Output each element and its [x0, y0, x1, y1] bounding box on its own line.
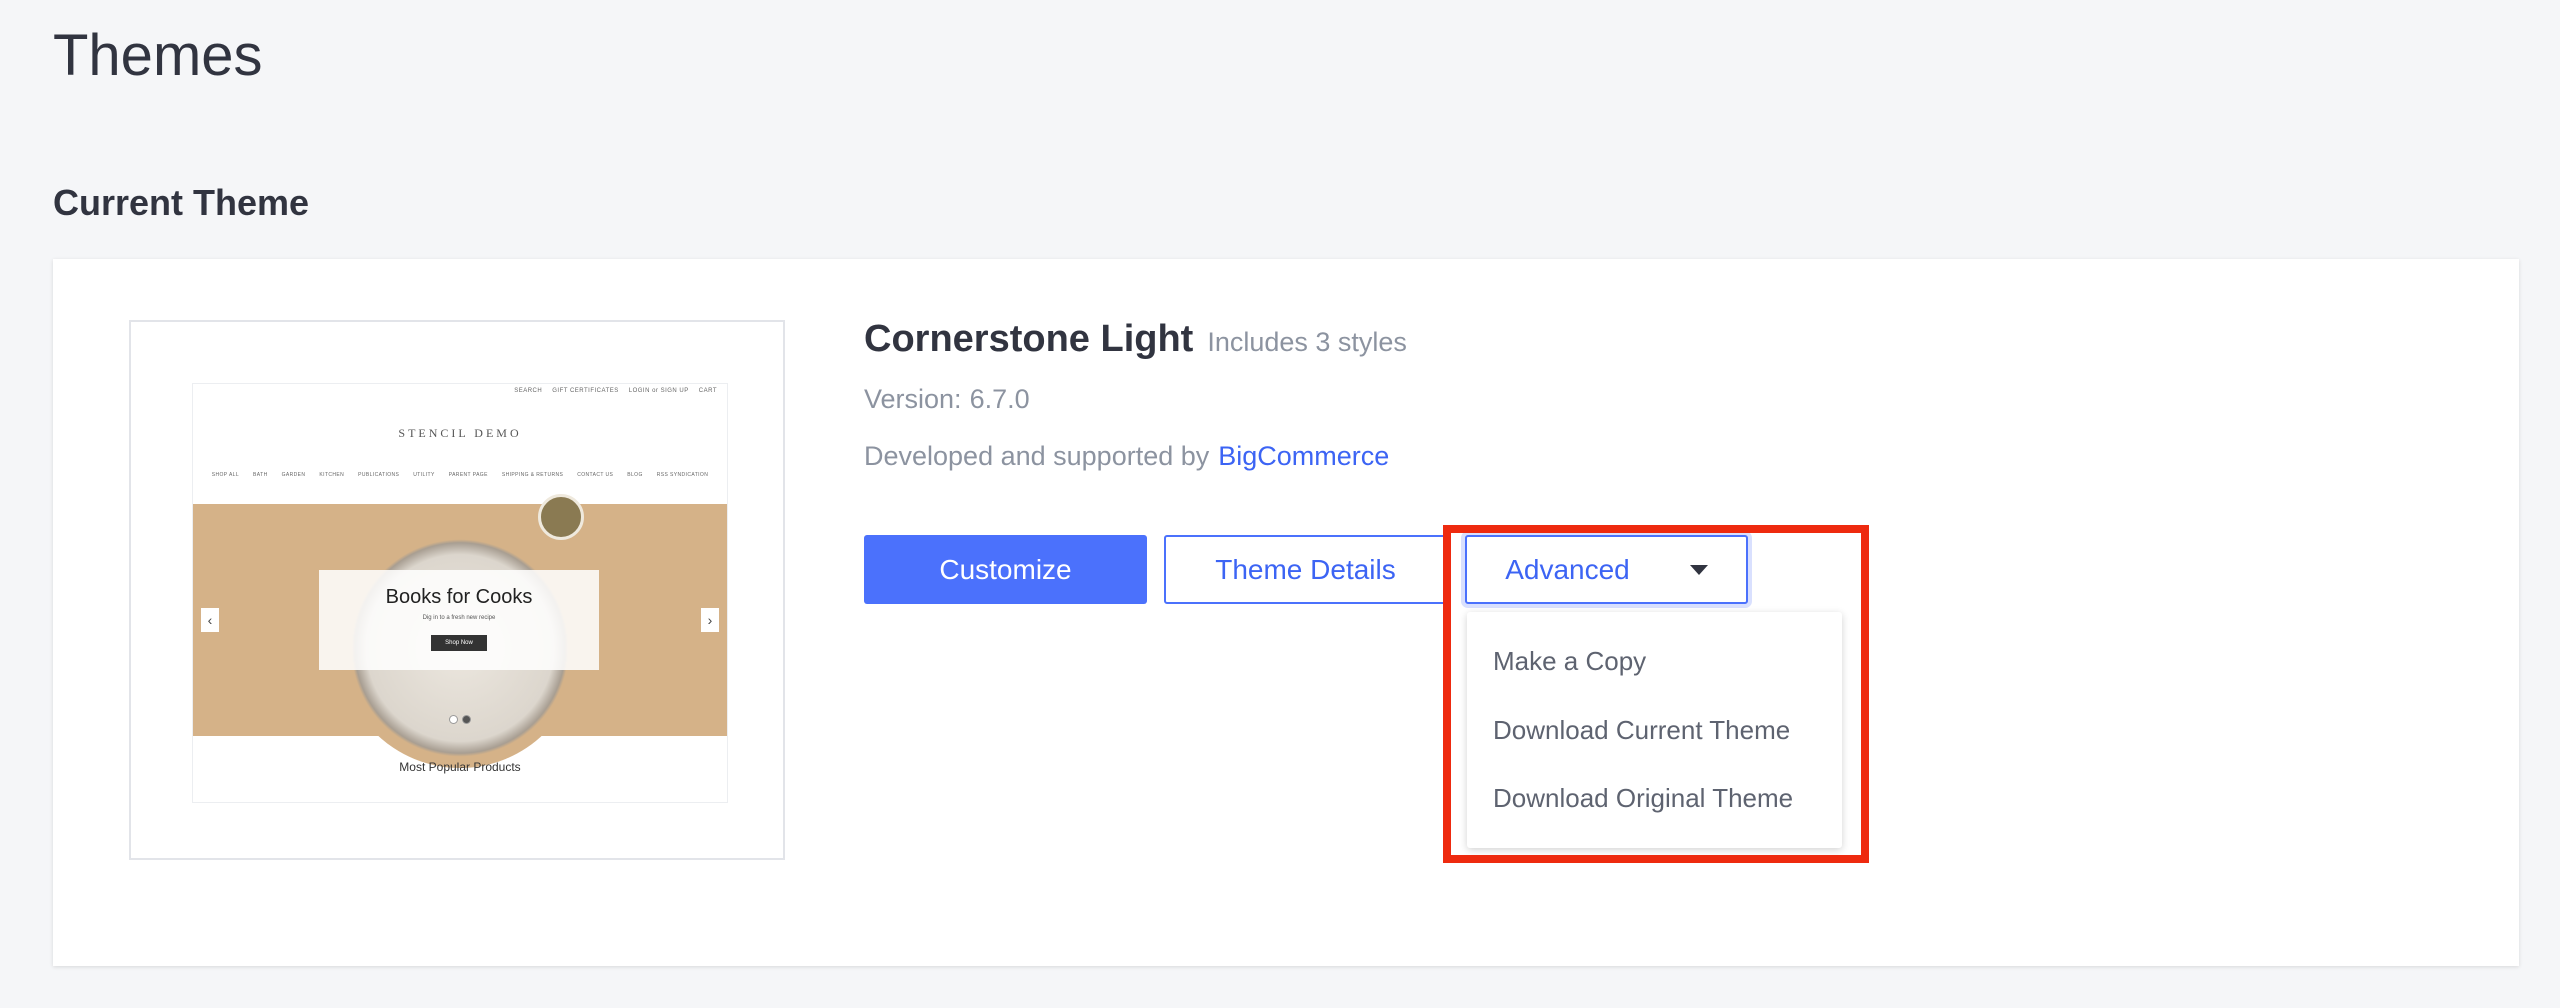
- menu-item-download-current-theme[interactable]: Download Current Theme: [1493, 715, 1790, 746]
- developer-label: Developed and supported by: [864, 441, 1210, 471]
- theme-version: Version: 6.7.0: [864, 384, 1030, 415]
- preview-banner-subtitle: Dig in to a fresh new recipe: [422, 615, 496, 621]
- preview-nav-item: SHOP ALL: [211, 472, 240, 478]
- preview-top-nav-item: LOGIN or SIGN UP: [628, 388, 689, 394]
- preview-logo: STENCIL DEMO: [398, 426, 522, 440]
- preview-nav-item: BATH: [253, 472, 268, 478]
- page-title: Themes: [53, 23, 263, 88]
- version-value: 6.7.0: [969, 384, 1030, 414]
- preview-nav-item: PARENT PAGE: [448, 472, 488, 478]
- preview-nav-item: RSS SYNDICATION: [656, 472, 709, 478]
- advanced-button[interactable]: Advanced: [1465, 535, 1748, 604]
- preview-popular-heading: Most Popular Products: [399, 760, 521, 774]
- menu-item-make-a-copy[interactable]: Make a Copy: [1493, 646, 1646, 677]
- preview-top-nav: SEARCH GIFT CERTIFICATES LOGIN or SIGN U…: [514, 388, 717, 394]
- version-label: Version:: [864, 384, 962, 414]
- preview-cup-image: [538, 494, 584, 540]
- preview-nav-item: BLOG: [627, 472, 643, 478]
- preview-nav-item: PUBLICATIONS: [358, 472, 400, 478]
- preview-banner-title: Books for Cooks: [385, 586, 533, 608]
- caret-down-icon: [1689, 564, 1708, 575]
- section-title: Current Theme: [53, 182, 310, 223]
- preview-top-nav-item: GIFT CERTIFICATES: [552, 388, 619, 394]
- carousel-dot: [449, 715, 458, 724]
- theme-preview[interactable]: SEARCH GIFT CERTIFICATES LOGIN or SIGN U…: [129, 320, 785, 860]
- advanced-dropdown-menu: Make a Copy Download Current Theme Downl…: [1467, 612, 1842, 848]
- preview-nav-item: UTILITY: [413, 472, 435, 478]
- advanced-button-label: Advanced: [1505, 553, 1630, 585]
- theme-preview-site: SEARCH GIFT CERTIFICATES LOGIN or SIGN U…: [192, 383, 728, 803]
- menu-item-download-original-theme[interactable]: Download Original Theme: [1493, 783, 1793, 814]
- theme-name: Cornerstone Light: [864, 318, 1194, 360]
- theme-styles-count: Includes 3 styles: [1207, 327, 1407, 357]
- preview-nav-item: GARDEN: [281, 472, 306, 478]
- preview-top-nav-item: CART: [698, 388, 717, 394]
- theme-developer: Developed and supported by BigCommerce: [864, 441, 1389, 472]
- preview-nav-item: KITCHEN: [319, 472, 345, 478]
- theme-details-button[interactable]: Theme Details: [1164, 535, 1447, 604]
- chevron-left-icon: ‹: [201, 608, 219, 632]
- preview-banner-button: Shop Now: [431, 635, 487, 651]
- preview-nav-item: SHIPPING & RETURNS: [501, 472, 564, 478]
- customize-button[interactable]: Customize: [864, 535, 1147, 604]
- preview-hero: Books for Cooks Dig in to a fresh new re…: [193, 494, 727, 768]
- chevron-right-icon: ›: [701, 608, 719, 632]
- developer-link[interactable]: BigCommerce: [1218, 441, 1389, 472]
- preview-nav-item: CONTACT US: [577, 472, 614, 478]
- preview-banner: Books for Cooks Dig in to a fresh new re…: [319, 570, 599, 670]
- theme-name-row: Cornerstone Light Includes 3 styles: [864, 318, 1407, 361]
- carousel-dot-active: [462, 715, 471, 724]
- preview-carousel-dots: [449, 715, 471, 724]
- preview-top-nav-item: SEARCH: [514, 388, 543, 394]
- preview-main-nav: SHOP ALL BATH GARDEN KITCHEN PUBLICATION…: [193, 472, 727, 478]
